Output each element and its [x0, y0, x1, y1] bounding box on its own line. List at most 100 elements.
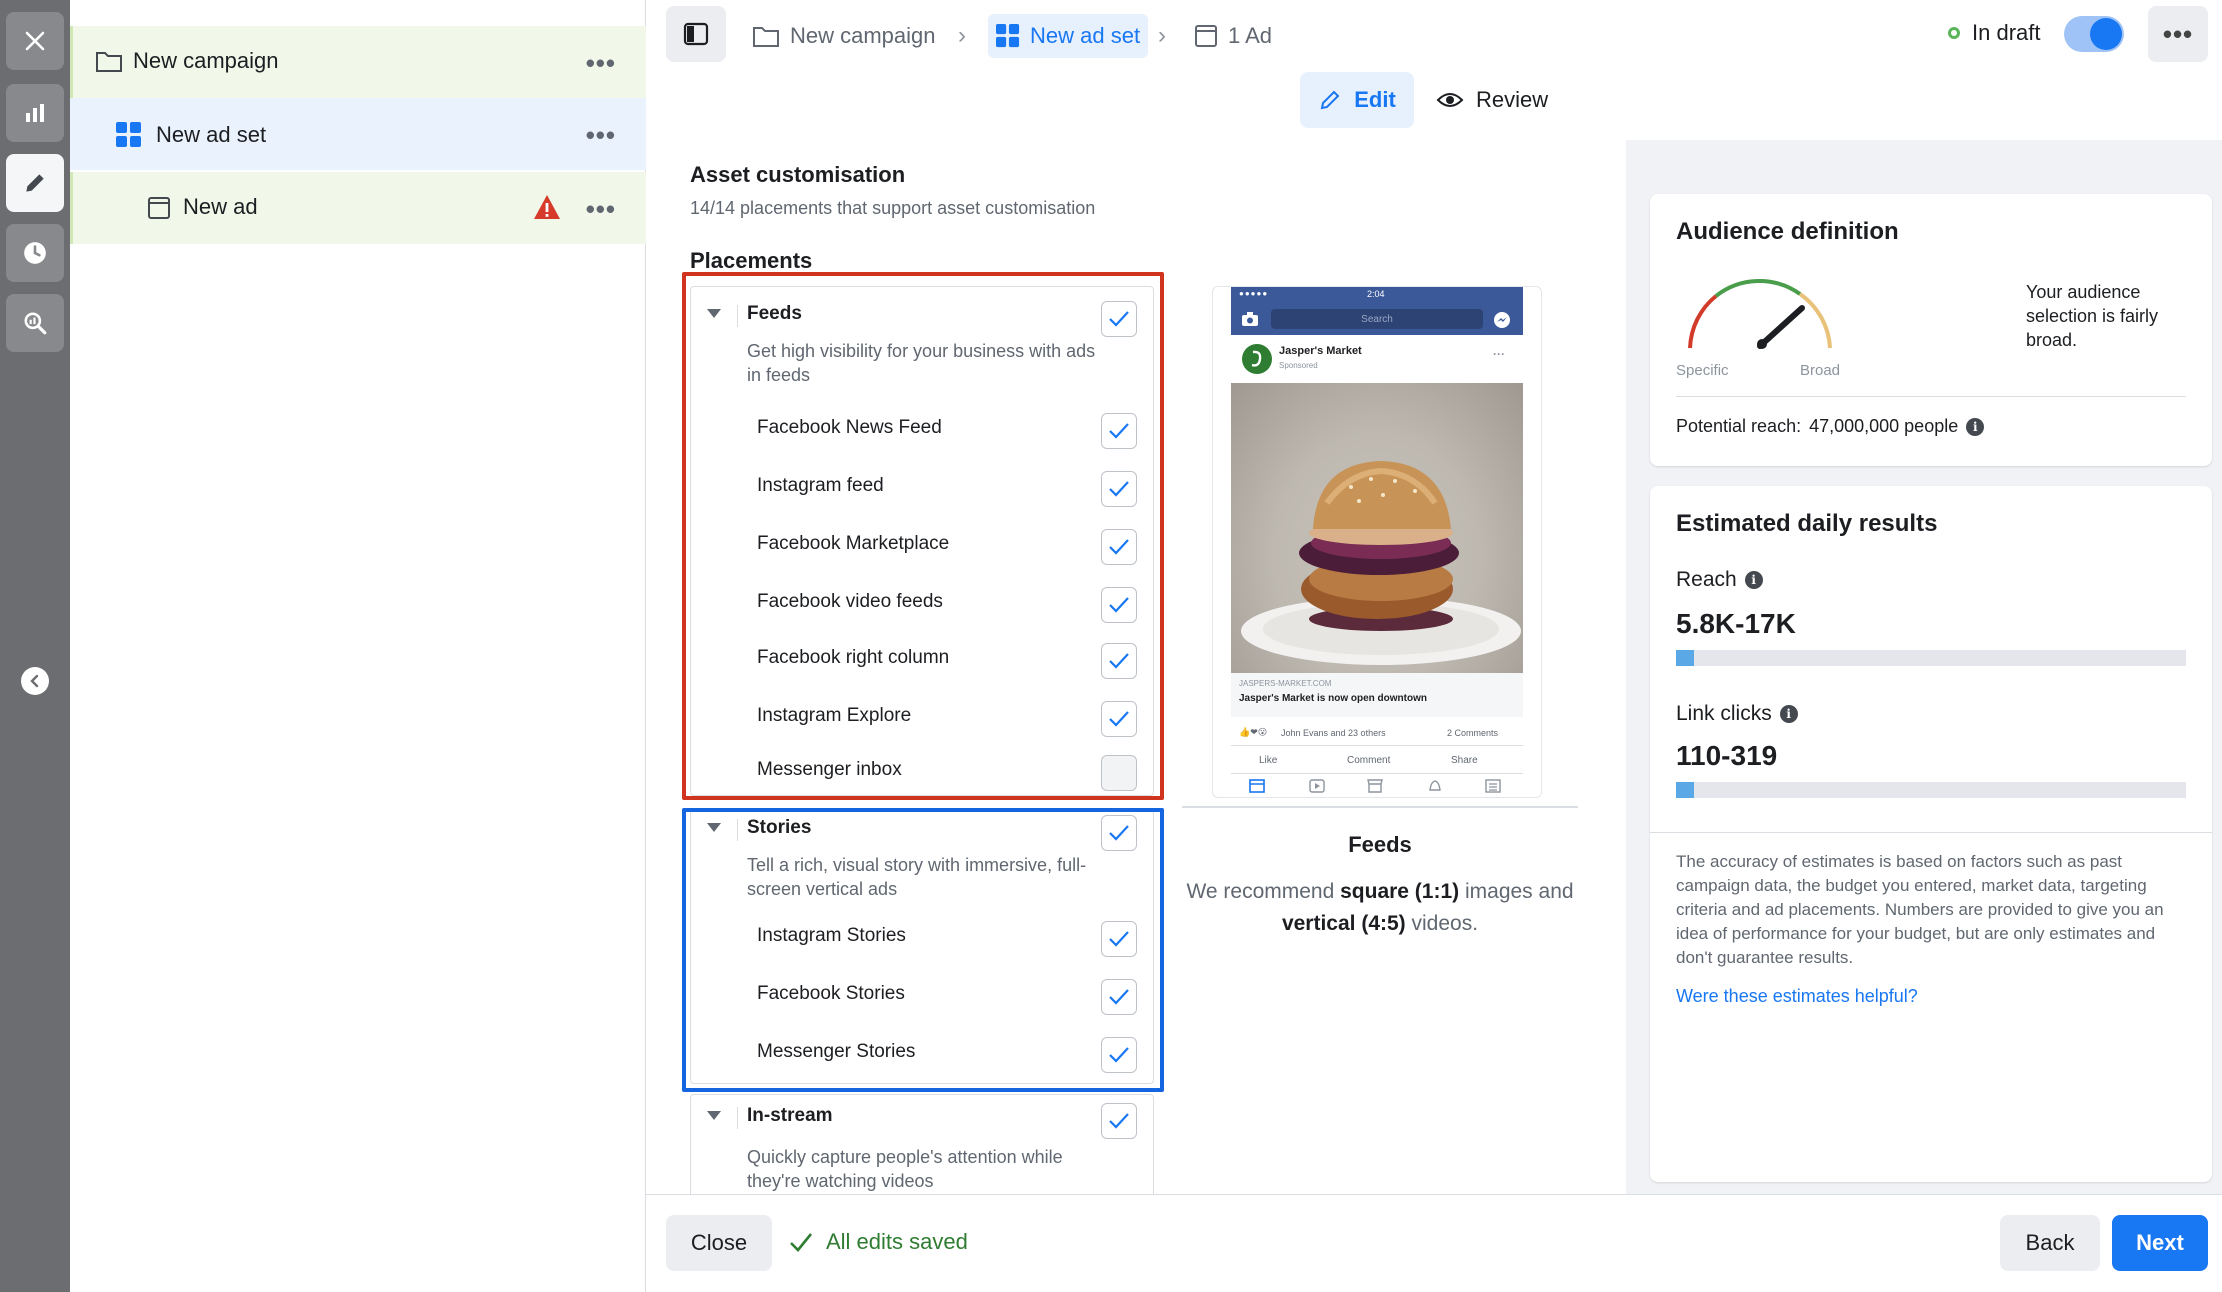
chevron-left-icon	[30, 674, 39, 688]
left-rail	[0, 0, 70, 1292]
placements-title: Placements	[690, 248, 813, 273]
post-more-icon: ···	[1493, 347, 1505, 361]
bar-chart-icon	[26, 104, 44, 122]
info-icon[interactable]: i	[1744, 571, 1763, 589]
chevron-right-icon: ›	[1158, 22, 1166, 49]
eye-icon	[1436, 93, 1464, 107]
tree-item-ad[interactable]: New ad •••	[70, 172, 646, 244]
close-button[interactable]: Close	[666, 1215, 772, 1271]
burger-photo	[1241, 461, 1521, 665]
notifications-tab-icon	[1429, 780, 1441, 791]
estimated-results-card: Estimated daily results Reach i 5.8K-17K…	[1650, 486, 2212, 1182]
footer-bar: Close All edits saved Back Next	[646, 1194, 2222, 1292]
audience-gauge	[1688, 278, 1832, 349]
search-bar: Search	[1271, 309, 1483, 329]
tree-item-label: New ad set	[156, 122, 267, 147]
stories-highlight	[682, 808, 1164, 1092]
placement-group-in-stream: In-stream Quickly capture people's atten…	[690, 1094, 1154, 1194]
toggle-sidebar-button[interactable]	[666, 6, 726, 62]
checkmark-icon	[1109, 1113, 1129, 1129]
save-status: All edits saved	[788, 1229, 968, 1255]
info-icon[interactable]: i	[1779, 705, 1798, 723]
comment-action: Comment	[1347, 755, 1391, 766]
close-rail-button[interactable]	[6, 12, 64, 70]
checkbox-in-stream[interactable]	[1101, 1103, 1137, 1139]
more-options-icon[interactable]: •••	[586, 48, 616, 79]
tab-review[interactable]: Review	[1436, 72, 1548, 128]
tree-item-label: New campaign	[133, 48, 279, 73]
more-options-icon[interactable]: •••	[586, 194, 616, 225]
news-feed-tab-icon	[1249, 779, 1265, 793]
edit-rail-button[interactable]	[6, 154, 64, 212]
tree-item-label: New ad	[183, 194, 258, 219]
messenger-icon	[1494, 312, 1510, 328]
collapse-rail-button[interactable]	[21, 667, 49, 695]
audience-title: Audience definition	[1676, 218, 1899, 245]
estimates-disclaimer: The accuracy of estimates is based on fa…	[1676, 852, 2164, 967]
tree-item-campaign[interactable]: New campaign •••	[70, 26, 646, 98]
audience-description: Your audience selection is fairly broad.	[2026, 282, 2159, 350]
reach-value: 5.8K-17K	[1676, 608, 1796, 639]
breadcrumb-label: 1 Ad	[1228, 23, 1273, 48]
estimates-helpful-link[interactable]: Were these estimates helpful?	[1676, 986, 1918, 1007]
phone-time: 2:04	[1367, 289, 1385, 299]
like-action: Like	[1259, 755, 1278, 766]
tree-item-ad-set[interactable]: New ad set •••	[70, 98, 646, 170]
breadcrumb-ad-set[interactable]: New ad set	[988, 14, 1149, 58]
ad-image	[1231, 383, 1523, 673]
info-icon[interactable]: i	[1966, 417, 1985, 436]
marketplace-tab-icon	[1367, 779, 1383, 793]
campaign-tree: New campaign ••• New ad set ••• New ad •…	[70, 0, 646, 1292]
link-domain: JASPERS-MARKET.COM	[1239, 679, 1332, 688]
inspect-rail-button[interactable]	[6, 294, 64, 352]
preview-recommendation: We recommend square (1:1) images and ver…	[1186, 880, 1574, 935]
link-headline: Jasper's Market is now open downtown	[1239, 693, 1427, 704]
estimates-title: Estimated daily results	[1676, 510, 1938, 537]
group-description: Quickly capture people's attention while…	[747, 1147, 1063, 1191]
status-dot-icon	[1948, 27, 1960, 39]
caret-down-icon[interactable]	[707, 1111, 721, 1120]
right-panel: Audience definition Specific Broad Your …	[1626, 140, 2222, 1194]
feeds-highlight	[682, 272, 1164, 800]
chevron-right-icon: ›	[958, 22, 966, 49]
breadcrumb-campaign[interactable]: New campaign	[752, 14, 936, 58]
reach-bar	[1676, 650, 2186, 666]
gauge-specific-label: Specific	[1676, 362, 1729, 379]
comments-count: 2 Comments	[1447, 728, 1499, 738]
tab-edit[interactable]: Edit	[1300, 72, 1414, 128]
page-name: Jasper's Market	[1279, 345, 1362, 357]
reporting-rail-button[interactable]	[6, 84, 64, 142]
breadcrumb-ad[interactable]: 1 Ad	[1194, 14, 1272, 58]
more-options-button[interactable]: •••	[2148, 6, 2208, 62]
video-tab-icon	[1309, 779, 1325, 793]
ad-preview-phone: 2:04 ●●●●● Search Jasper's Market Sponso…	[1212, 286, 1542, 798]
page-avatar	[1242, 344, 1272, 374]
facebook-header: 2:04 ●●●●● Search	[1231, 287, 1523, 335]
link-clicks-bar-fill	[1676, 782, 1694, 798]
link-clicks-bar	[1676, 782, 2186, 798]
ad-page-icon	[1195, 25, 1217, 47]
link-preview: JASPERS-MARKET.COM Jasper's Market is no…	[1231, 673, 1523, 717]
draft-status: In draft	[1948, 20, 2040, 46]
pencil-icon	[1320, 90, 1340, 110]
save-status-label: All edits saved	[826, 1229, 968, 1254]
gauge-broad-label: Broad	[1800, 362, 1841, 379]
share-action: Share	[1451, 755, 1478, 766]
asset-customisation-subtitle: 14/14 placements that support asset cust…	[690, 198, 1096, 218]
magnifier-chart-icon	[24, 312, 47, 335]
more-options-icon[interactable]: •••	[586, 120, 616, 151]
reactions-icon: 👍❤😮	[1239, 727, 1268, 737]
folder-icon	[753, 27, 779, 47]
history-rail-button[interactable]	[6, 224, 64, 282]
back-button[interactable]: Back	[2000, 1215, 2100, 1271]
folder-icon	[96, 52, 122, 72]
preview-placement-title: Feeds	[1348, 832, 1412, 857]
camera-icon	[1242, 312, 1258, 326]
ad-page-icon	[148, 197, 170, 219]
search-placeholder: Search	[1361, 313, 1393, 325]
link-clicks-label: Link clicks i	[1676, 702, 1798, 726]
draft-toggle[interactable]	[2064, 16, 2124, 52]
warning-icon	[534, 195, 560, 219]
link-clicks-value: 110-319	[1676, 740, 1778, 771]
next-button[interactable]: Next	[2112, 1215, 2208, 1271]
